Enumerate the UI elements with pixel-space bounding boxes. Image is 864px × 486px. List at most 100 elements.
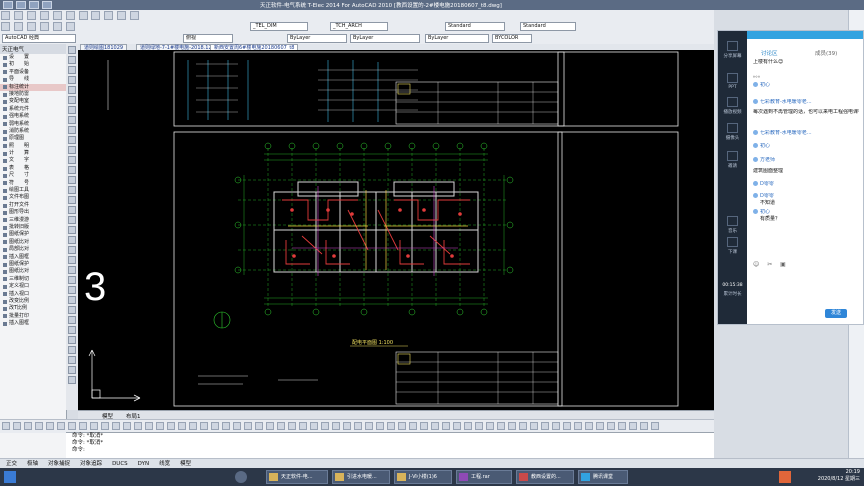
- snap-tool-icon[interactable]: [397, 422, 406, 430]
- snap-tool-icon[interactable]: [78, 422, 87, 430]
- text-style-select[interactable]: Standard: [445, 22, 505, 31]
- panel-item[interactable]: 尺 寸: [0, 172, 66, 179]
- draw-tool-icon[interactable]: [68, 256, 76, 264]
- snap-tool-icon[interactable]: [562, 422, 571, 430]
- edit-icon[interactable]: [13, 11, 23, 20]
- draw-tool-icon[interactable]: [68, 296, 76, 304]
- panel-item[interactable]: 文件布图: [0, 194, 66, 201]
- help-icon[interactable]: [130, 11, 140, 20]
- open-icon[interactable]: [29, 1, 39, 9]
- draw-tool-icon[interactable]: [68, 276, 76, 284]
- panel-item[interactable]: 消防系统: [0, 128, 66, 135]
- workspace-select[interactable]: AutoCAD 经典: [2, 34, 76, 43]
- panel-item[interactable]: 图纸保护: [0, 231, 66, 238]
- draw-tool-icon[interactable]: [68, 56, 76, 64]
- snap-tool-icon[interactable]: [540, 422, 549, 430]
- linetype-select[interactable]: ByLayer: [350, 34, 420, 43]
- snap-tool-icon[interactable]: [276, 422, 285, 430]
- zoom-icon[interactable]: [39, 22, 49, 31]
- panel-item[interactable]: 三维制切: [0, 276, 66, 283]
- draw-tool-icon[interactable]: [68, 376, 76, 384]
- dim-style-select[interactable]: Standard: [520, 22, 576, 31]
- panel-item[interactable]: 定义视口: [0, 283, 66, 290]
- snap-tool-icon[interactable]: [595, 422, 604, 430]
- snap-tool-icon[interactable]: [111, 422, 120, 430]
- sidebar-tool-icon[interactable]: [727, 216, 738, 226]
- panel-item[interactable]: 文 字: [0, 157, 66, 164]
- tools-icon[interactable]: [65, 11, 75, 20]
- snap-tool-icon[interactable]: [232, 422, 241, 430]
- snap-tool-icon[interactable]: [221, 422, 230, 430]
- snap-tool-icon[interactable]: [67, 422, 76, 430]
- panel-item[interactable]: 改T比例: [0, 305, 66, 312]
- panel-item[interactable]: 标注统计: [0, 83, 66, 91]
- snap-tool-icon[interactable]: [485, 422, 494, 430]
- snap-tool-icon[interactable]: [529, 422, 538, 430]
- draw-tool-icon[interactable]: [68, 336, 76, 344]
- snap-tool-icon[interactable]: [474, 422, 483, 430]
- panel-item[interactable]: 变配电室: [0, 98, 66, 105]
- snap-tool-icon[interactable]: [265, 422, 274, 430]
- status-toggle[interactable]: 正交: [6, 461, 17, 467]
- snap-tool-icon[interactable]: [23, 422, 32, 430]
- undo-icon[interactable]: [1, 22, 10, 31]
- draw-tool-icon[interactable]: [68, 176, 76, 184]
- snap-tool-icon[interactable]: [518, 422, 527, 430]
- draw-tool-icon[interactable]: [68, 246, 76, 254]
- view-icon[interactable]: [26, 11, 36, 20]
- sidebar-tool-icon[interactable]: [727, 237, 738, 247]
- task-item-classroom[interactable]: 腾讯课堂: [578, 470, 628, 484]
- panel-item[interactable]: 初 始: [0, 61, 66, 68]
- draw-tool-icon[interactable]: [68, 66, 76, 74]
- task-item-rar[interactable]: 工程.rar: [456, 470, 512, 484]
- snap-tool-icon[interactable]: [353, 422, 362, 430]
- snap-tool-icon[interactable]: [650, 422, 659, 430]
- redo-icon[interactable]: [13, 22, 23, 31]
- sidebar-tool-icon[interactable]: [727, 123, 738, 133]
- snap-tool-icon[interactable]: [628, 422, 637, 430]
- format-icon[interactable]: [52, 11, 62, 20]
- snap-tool-icon[interactable]: [463, 422, 472, 430]
- task-item-dwg[interactable]: 教西设置的...: [516, 470, 574, 484]
- snap-tool-icon[interactable]: [441, 422, 450, 430]
- draw-tool-icon[interactable]: [68, 76, 76, 84]
- status-toggle[interactable]: DYN: [138, 461, 149, 467]
- snap-tool-icon[interactable]: [331, 422, 340, 430]
- snap-tool-icon[interactable]: [133, 422, 142, 430]
- snap-tool-icon[interactable]: [177, 422, 186, 430]
- snap-tool-icon[interactable]: [606, 422, 615, 430]
- status-toggle[interactable]: 对象捕捉: [48, 461, 70, 467]
- draw-tool-icon[interactable]: [68, 106, 76, 114]
- snap-tool-icon[interactable]: [287, 422, 296, 430]
- command-prompt[interactable]: 命令:: [66, 447, 714, 454]
- snap-tool-icon[interactable]: [298, 422, 307, 430]
- draw-tool-icon[interactable]: [68, 326, 76, 334]
- panel-item[interactable]: 符 号: [0, 180, 66, 187]
- input-method-icon[interactable]: [779, 471, 791, 483]
- snap-tool-icon[interactable]: [551, 422, 560, 430]
- snap-tool-icon[interactable]: [430, 422, 439, 430]
- task-item-folder1[interactable]: 引进水电暖...: [332, 470, 390, 484]
- snap-tool-icon[interactable]: [408, 422, 417, 430]
- arch-layer-select[interactable]: _TCH_ARCH: [330, 22, 388, 31]
- task-view-icon[interactable]: [235, 471, 247, 483]
- start-icon[interactable]: [4, 471, 16, 483]
- dimension-icon[interactable]: [91, 11, 101, 20]
- send-button[interactable]: 发送: [825, 309, 847, 318]
- panel-item[interactable]: 照 明: [0, 143, 66, 150]
- modify-icon[interactable]: [104, 11, 114, 20]
- panel-item[interactable]: 图形导出: [0, 209, 66, 216]
- draw-tool-icon[interactable]: [68, 316, 76, 324]
- draw-tool-icon[interactable]: [68, 366, 76, 374]
- snap-tool-icon[interactable]: [210, 422, 219, 430]
- draw-tool-icon[interactable]: [68, 216, 76, 224]
- draw-tool-icon[interactable]: [68, 286, 76, 294]
- snap-tool-icon[interactable]: [419, 422, 428, 430]
- snap-tool-icon[interactable]: [375, 422, 384, 430]
- save-icon[interactable]: [42, 1, 52, 9]
- draw-tool-icon[interactable]: [68, 196, 76, 204]
- snap-tool-icon[interactable]: [1, 422, 10, 430]
- draw-tool-icon[interactable]: [68, 136, 76, 144]
- panel-item[interactable]: 批量打印: [0, 313, 66, 320]
- snap-tool-icon[interactable]: [320, 422, 329, 430]
